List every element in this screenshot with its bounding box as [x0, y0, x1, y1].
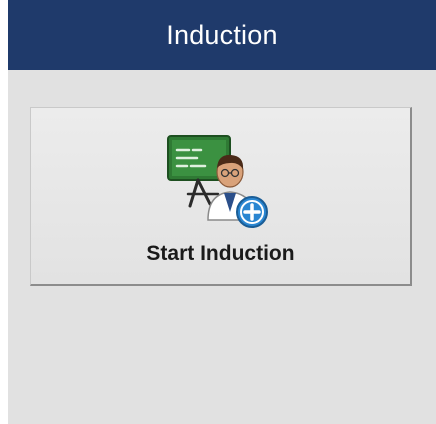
trainer-with-board-add-icon: [167, 135, 268, 228]
start-induction-label: Start Induction: [146, 242, 295, 265]
induction-panel: Induction Start Induction: [8, 0, 436, 424]
start-induction-button[interactable]: Start Induction: [30, 107, 412, 286]
page-title: Induction: [166, 19, 278, 50]
header-bar: Induction: [8, 0, 436, 70]
